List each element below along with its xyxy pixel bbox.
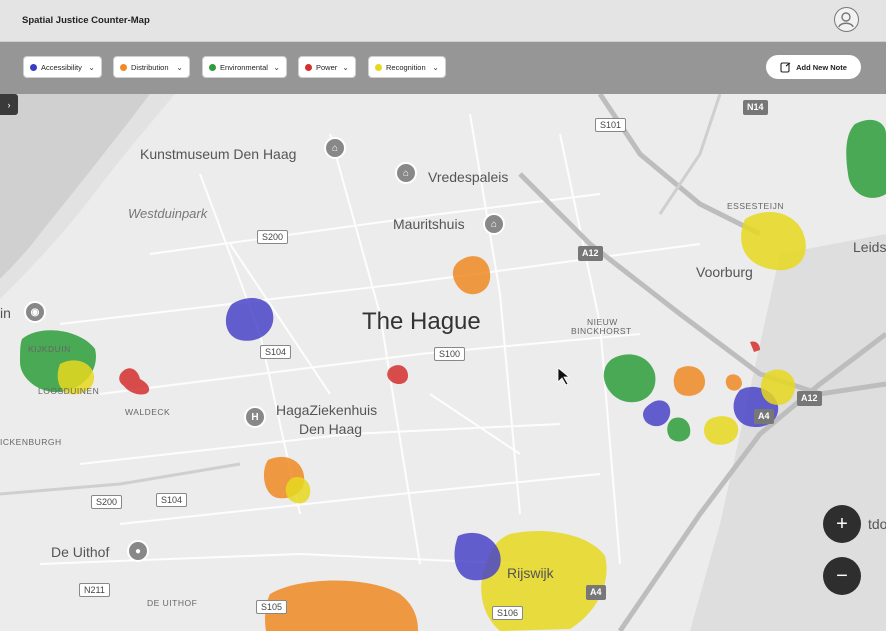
district-label: BINCKHORST	[571, 326, 632, 336]
environmental-blob[interactable]	[846, 119, 886, 198]
road-shield: S100	[434, 347, 466, 361]
road-shield: A12	[578, 246, 603, 261]
poi-label: De Uithof	[51, 544, 110, 560]
chevron-down-icon: ⌄	[176, 62, 183, 72]
museum-icon[interactable]: ⌂	[395, 162, 417, 184]
fragment-label: in	[0, 305, 11, 321]
filter-power[interactable]: Power ⌄	[298, 56, 356, 78]
environmental-blob[interactable]	[667, 417, 691, 442]
park-label: Westduinpark	[128, 206, 208, 221]
district-label: ESSESTEIJN	[727, 201, 784, 211]
sidebar-toggle-button[interactable]: ›	[0, 94, 18, 115]
accessibility-blob[interactable]	[454, 532, 501, 581]
road-shield: N211	[79, 583, 110, 597]
fragment-label: tdor	[868, 516, 886, 532]
mouse-cursor	[557, 367, 571, 386]
filter-label: Distribution	[131, 62, 169, 72]
district-label: KIJKDUIN	[28, 344, 71, 354]
poi-label: Mauritshuis	[393, 216, 465, 232]
town-label: Rijswijk	[507, 565, 554, 581]
add-new-note-button[interactable]: Add New Note	[766, 55, 861, 79]
environmental-color-dot	[209, 63, 216, 71]
filter-label: Recognition	[386, 62, 426, 72]
add-note-label: Add New Note	[796, 62, 847, 72]
road-shield: S200	[257, 230, 289, 244]
distribution-blob[interactable]	[452, 256, 491, 295]
poi-label: Vredespaleis	[428, 169, 509, 185]
poi-label: Den Haag	[299, 421, 363, 437]
recognition-blob[interactable]	[741, 211, 806, 271]
zoom-out-button[interactable]: −	[823, 557, 861, 595]
road-shield: N14	[743, 100, 768, 115]
museum-icon[interactable]: ⌂	[324, 137, 346, 159]
app-title: Spatial Justice Counter-Map	[22, 15, 150, 26]
location-icon[interactable]: ●	[127, 540, 149, 562]
town-label: Leids	[853, 239, 886, 255]
filter-accessibility[interactable]: Accessibility ⌄	[23, 56, 102, 78]
camera-icon[interactable]: ◉	[24, 301, 46, 323]
power-color-dot	[305, 63, 312, 71]
filter-distribution[interactable]: Distribution ⌄	[113, 56, 190, 78]
poi-label: Kunstmuseum Den Haag	[140, 146, 297, 162]
distribution-blob[interactable]	[673, 366, 705, 396]
top-bar: Spatial Justice Counter-Map	[0, 0, 886, 42]
zoom-in-button[interactable]: +	[823, 505, 861, 543]
road-shield: S105	[256, 600, 288, 614]
user-icon	[838, 12, 854, 28]
hospital-icon[interactable]: H	[244, 406, 266, 428]
map-canvas[interactable]: ⌂ ⌂ ⌂ ◉ H ● Kunstmuseum Den Haag Vredesp…	[0, 94, 886, 631]
city-label: The Hague	[362, 308, 481, 335]
road-shield: S101	[595, 118, 627, 132]
road-shield: S106	[492, 606, 524, 620]
user-profile-button[interactable]	[834, 7, 859, 32]
road-shield: S104	[260, 345, 292, 359]
chevron-down-icon: ⌄	[273, 62, 280, 72]
filter-label: Power	[316, 62, 338, 72]
chevron-down-icon: ⌄	[342, 62, 349, 72]
district-label: ICKENBURGH	[0, 437, 62, 447]
road-shield: A4	[754, 409, 774, 424]
distribution-blob[interactable]	[265, 580, 418, 631]
recognition-color-dot	[375, 63, 382, 71]
filter-recognition[interactable]: Recognition ⌄	[368, 56, 446, 78]
recognition-blob[interactable]	[760, 369, 795, 405]
road-shield: A4	[586, 585, 606, 600]
road-shield: S200	[91, 495, 123, 509]
road-shield: A12	[797, 391, 822, 406]
district-label: WALDECK	[125, 407, 171, 417]
chevron-down-icon: ⌄	[432, 62, 439, 72]
town-label: Voorburg	[696, 264, 753, 280]
district-label: LOOSDUINEN	[38, 386, 100, 396]
filter-environmental[interactable]: Environmental ⌄	[202, 56, 287, 78]
museum-icon[interactable]: ⌂	[483, 213, 505, 235]
poi-label: HagaZiekenhuis	[276, 402, 378, 418]
distribution-blob[interactable]	[725, 374, 742, 391]
chevron-down-icon: ⌄	[88, 62, 95, 72]
distribution-color-dot	[120, 63, 127, 71]
power-blob[interactable]	[750, 341, 760, 352]
filter-label: Accessibility	[41, 62, 82, 72]
note-icon	[780, 61, 791, 73]
environmental-blob[interactable]	[603, 354, 656, 403]
sea-area	[0, 94, 150, 279]
district-label: DE UITHOF	[147, 598, 198, 608]
accessibility-color-dot	[30, 63, 37, 71]
accessibility-blob[interactable]	[643, 400, 671, 427]
recognition-blob[interactable]	[704, 416, 739, 445]
accessibility-blob[interactable]	[225, 298, 274, 341]
road-shield: S104	[156, 493, 188, 507]
filter-label: Environmental	[220, 62, 268, 72]
recognition-blob[interactable]	[285, 476, 311, 504]
